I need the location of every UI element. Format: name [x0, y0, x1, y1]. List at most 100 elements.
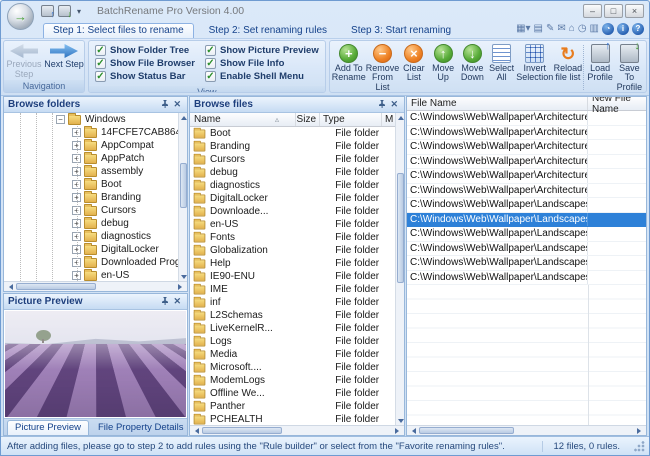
checkbox-check-icon[interactable]: ✓ [205, 45, 216, 56]
rename-row[interactable]: C:\Windows\Web\Wallpaper\Landscapes\im..… [407, 227, 646, 242]
previous-step-button[interactable]: Previous Step [4, 41, 44, 80]
rename-row[interactable]: C:\Windows\Web\Wallpaper\Landscapes\im..… [407, 198, 646, 213]
rename-row[interactable]: C:\Windows\Web\Wallpaper\Landscapes\im..… [407, 271, 646, 286]
app-menu-icon[interactable]: ▦▾ [516, 23, 530, 35]
close-panel-icon[interactable]: ✕ [171, 297, 183, 306]
file-row[interactable]: Globalization File folder 2 [190, 244, 395, 257]
step-tab[interactable]: Step 2: Set renaming rules [200, 24, 336, 38]
step-tab[interactable]: Step 1: Select files to rename [43, 23, 194, 38]
rename-row[interactable]: C:\Windows\Web\Wallpaper\Architecture\im… [407, 111, 646, 126]
column-header-file-name[interactable]: File Name [407, 97, 588, 110]
file-row[interactable]: Branding File folder 1 [190, 140, 395, 153]
view-checkbox[interactable]: ✓ Show File Info [205, 58, 319, 69]
folder-tree-item[interactable]: + Branding [4, 191, 178, 204]
folder-tree-item[interactable]: + AppPatch [4, 152, 178, 165]
folders-horizontal-scrollbar[interactable] [4, 281, 187, 291]
rename-row[interactable]: C:\Windows\Web\Wallpaper\Architecture\im… [407, 140, 646, 155]
resize-grip[interactable] [634, 441, 645, 452]
checkbox-check-icon[interactable]: ✓ [95, 45, 106, 56]
rename-row[interactable]: C:\Windows\Web\Wallpaper\Architecture\im… [407, 155, 646, 170]
view-checkbox[interactable]: ✓ Enable Shell Menu [205, 71, 319, 82]
checkbox-check-icon[interactable]: ✓ [205, 58, 216, 69]
file-row[interactable]: inf File folder 2 [190, 296, 395, 309]
file-row[interactable]: LiveKernelR... File folder 2 [190, 322, 395, 335]
rename-row[interactable]: C:\Windows\Web\Wallpaper\Architecture\im… [407, 169, 646, 184]
file-row[interactable]: PCHEALTH File folder 0 [190, 413, 395, 425]
file-row[interactable]: Offline We... File folder 1 [190, 387, 395, 400]
folder-tree-item[interactable]: + Cursors [4, 204, 178, 217]
rename-row[interactable]: C:\Windows\Web\Wallpaper\Architecture\im… [407, 126, 646, 141]
quick-access-dropdown-icon[interactable]: ▾ [75, 7, 83, 16]
tab-file-property-details[interactable]: File Property Details [91, 421, 188, 435]
archive-icon[interactable]: ▥ [590, 23, 599, 35]
step-tab[interactable]: Step 3: Start renaming [342, 24, 460, 38]
file-row[interactable]: Help File folder 0 [190, 257, 395, 270]
checkbox-check-icon[interactable]: ✓ [205, 71, 216, 82]
folder-tree-item[interactable]: + debug [4, 217, 178, 230]
view-checkbox[interactable]: ✓ Show Status Bar [95, 71, 195, 82]
rename-horizontal-scrollbar[interactable] [407, 425, 646, 435]
file-row[interactable]: debug File folder 1 [190, 166, 395, 179]
folder-tree-item[interactable]: + Downloaded Program File [4, 256, 178, 269]
pin-icon[interactable] [159, 297, 171, 307]
load-profile-quick-icon[interactable] [41, 5, 54, 17]
globe-icon[interactable]: ◔ [602, 23, 614, 35]
pin-icon[interactable] [159, 100, 171, 110]
command-button[interactable]: − Remove From List [366, 43, 400, 92]
close-panel-icon[interactable]: ✕ [171, 100, 183, 109]
column-header-new-file-name[interactable]: New File Name [588, 97, 646, 110]
folder-tree-item[interactable]: + 14FCFE7CAB86428A9D2E8 [4, 126, 178, 139]
minimize-button[interactable]: – [583, 4, 602, 18]
command-button[interactable]: Select All [487, 43, 516, 83]
file-row[interactable]: Boot File folder 1 [190, 127, 395, 140]
close-panel-icon[interactable]: ✕ [388, 100, 400, 109]
column-header-type[interactable]: Type [320, 113, 382, 126]
file-row[interactable]: L2Schemas File folder 1 [190, 309, 395, 322]
command-button[interactable]: ↓ Move Down [458, 43, 487, 83]
close-button[interactable]: × [625, 4, 644, 18]
file-row[interactable]: Logs File folder 2 [190, 335, 395, 348]
file-row[interactable]: Cursors File folder 1 [190, 153, 395, 166]
column-header-size[interactable]: Size [296, 113, 320, 126]
folder-tree-item[interactable]: + diagnostics [4, 230, 178, 243]
next-step-button[interactable]: Next Step [44, 41, 84, 70]
file-row[interactable]: ModemLogs File folder 1 [190, 374, 395, 387]
file-row[interactable]: IE90-ENU File folder 0 [190, 270, 395, 283]
checkbox-check-icon[interactable]: ✓ [95, 58, 106, 69]
column-header-name[interactable]: Name ▵ [190, 113, 296, 126]
file-row[interactable]: Media File folder 2 [190, 348, 395, 361]
edit-file-icon[interactable]: ✎ [546, 23, 554, 35]
file-row[interactable]: diagnostics File folder 1 [190, 179, 395, 192]
folder-tree-item[interactable]: + assembly [4, 165, 178, 178]
command-button[interactable]: × Clear List [399, 43, 428, 83]
files-horizontal-scrollbar[interactable] [190, 425, 404, 435]
save-profile-quick-icon[interactable] [58, 5, 71, 17]
folder-tree-item[interactable]: + Boot [4, 178, 178, 191]
file-row[interactable]: Downloade... File folder 1 [190, 205, 395, 218]
file-row[interactable]: Fonts File folder 1 [190, 231, 395, 244]
help-icon[interactable]: ? [632, 23, 644, 35]
files-vertical-scrollbar[interactable] [395, 113, 404, 425]
home-icon[interactable]: ⌂ [569, 23, 575, 35]
folder-tree-item[interactable]: + AppCompat [4, 139, 178, 152]
info-icon[interactable]: i [617, 23, 629, 35]
folders-vertical-scrollbar[interactable] [178, 113, 187, 281]
command-button[interactable]: + Add To Rename [332, 43, 366, 83]
tab-picture-preview[interactable]: Picture Preview [7, 420, 89, 435]
rename-row[interactable]: C:\Windows\Web\Wallpaper\Landscapes\im..… [407, 242, 646, 257]
folder-tree-item[interactable]: + en-US [4, 269, 178, 281]
command-button[interactable]: ↻ Reload file list [553, 43, 582, 83]
file-row[interactable]: IME File folder 1 [190, 283, 395, 296]
maximize-button[interactable]: □ [604, 4, 623, 18]
pin-icon[interactable] [376, 100, 388, 110]
command-button[interactable]: ↑ Move Up [429, 43, 458, 83]
folder-tree-item[interactable]: − Windows [4, 113, 178, 126]
checkbox-check-icon[interactable]: ✓ [95, 71, 106, 82]
new-file-icon[interactable]: ▤ [534, 23, 543, 35]
rename-row[interactable]: C:\Windows\Web\Wallpaper\Landscapes\im..… [407, 213, 646, 228]
command-button[interactable]: Save To Profile [615, 43, 644, 92]
view-checkbox[interactable]: ✓ Show Folder Tree [95, 45, 195, 56]
file-row[interactable]: en-US File folder 2 [190, 218, 395, 231]
history-icon[interactable]: ◷ [578, 23, 587, 35]
command-button[interactable]: Invert Selection [516, 43, 553, 83]
